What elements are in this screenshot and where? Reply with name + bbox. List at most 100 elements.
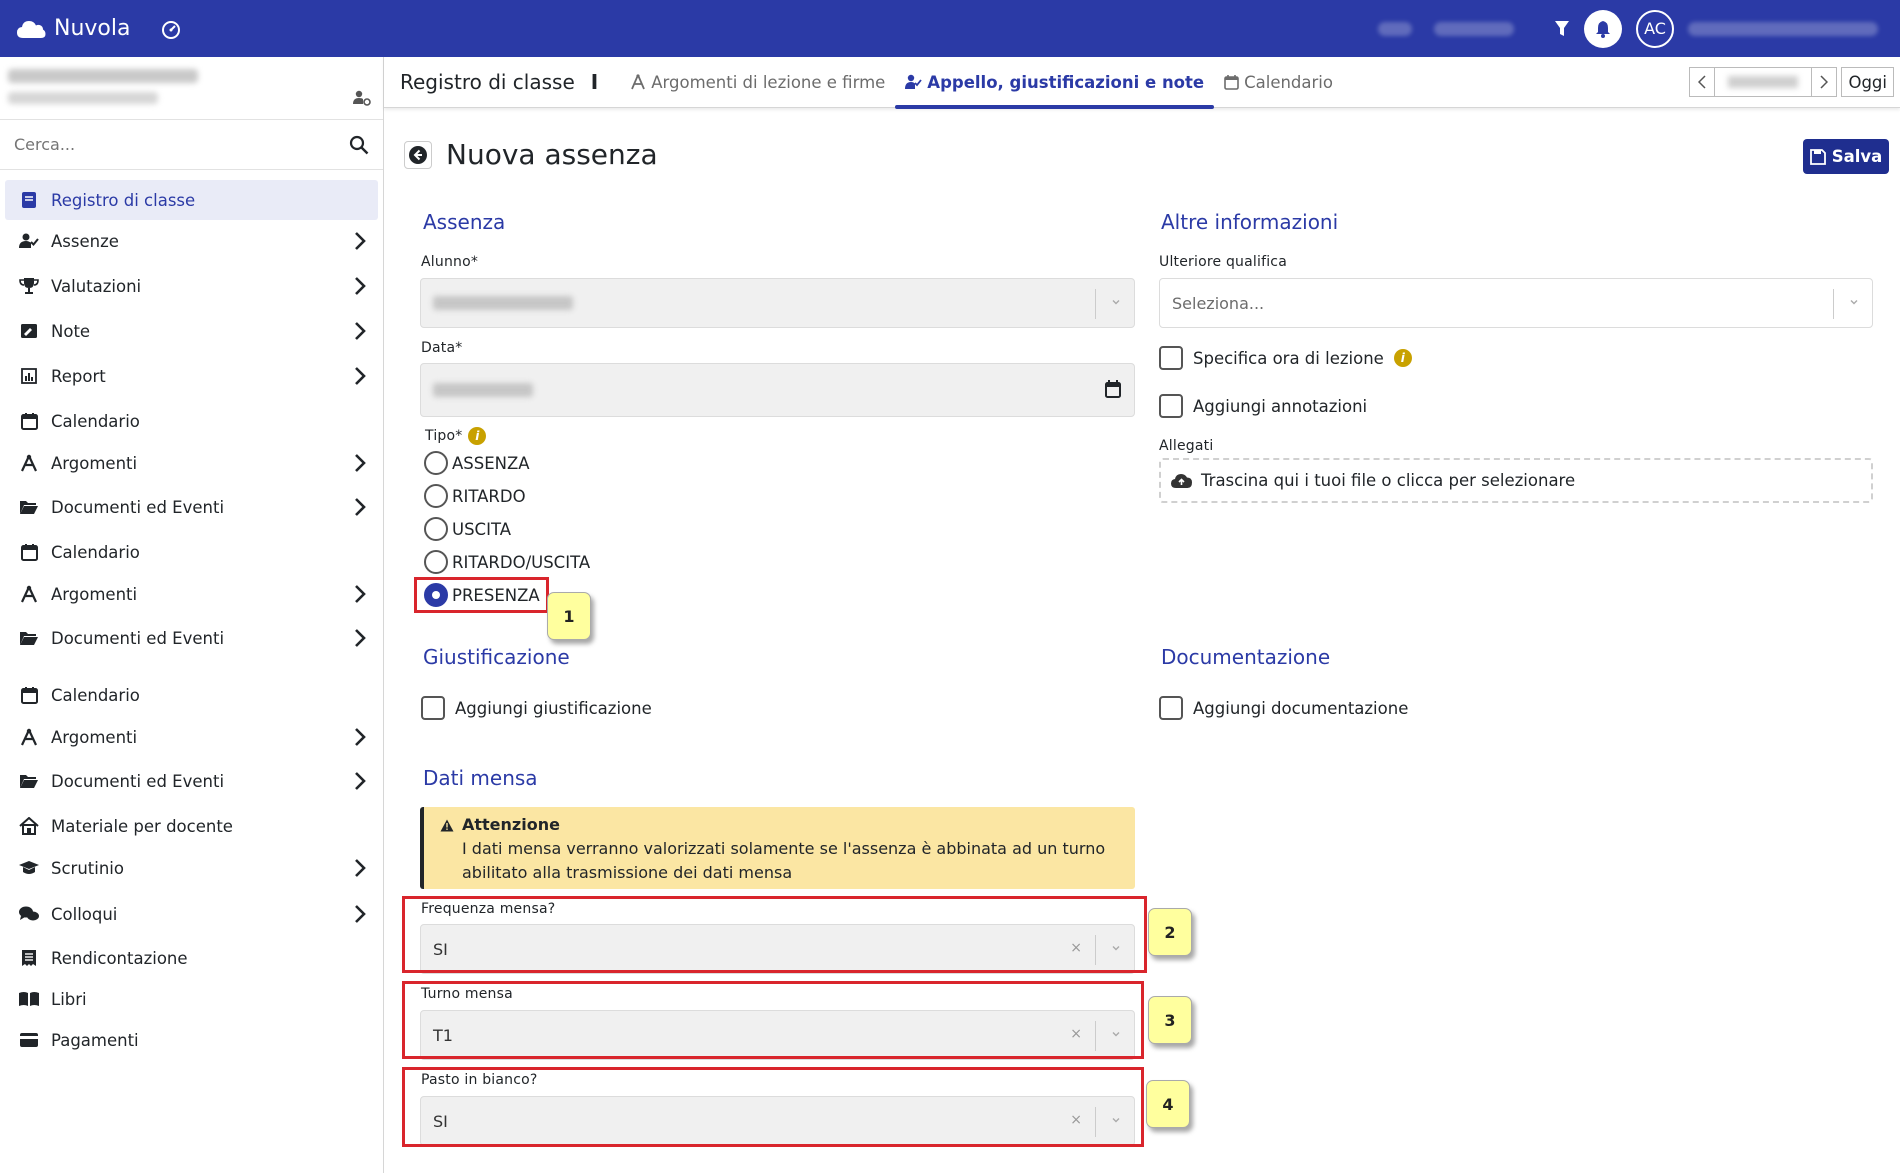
date-value: [433, 383, 533, 397]
filter-icon[interactable]: [1554, 20, 1570, 38]
notifications-button[interactable]: [1584, 9, 1622, 48]
user-settings-icon[interactable]: [353, 90, 371, 110]
header-separator: I: [590, 70, 599, 94]
sidebar-item-label: Calendario: [51, 685, 140, 705]
qualifica-label: Ulteriore qualifica: [1159, 254, 1287, 270]
avatar[interactable]: AC: [1636, 9, 1674, 48]
sidebar-item-label: Documenti ed Eventi: [51, 497, 225, 517]
chevron-right-icon: [354, 231, 366, 255]
tab-appello[interactable]: Appello, giustificazioni e note: [895, 57, 1214, 109]
sidebar-item-pagamenti[interactable]: Pagamenti: [5, 1020, 378, 1060]
sidebar-item-assenze[interactable]: Assenze: [5, 221, 378, 261]
radio-assenza[interactable]: ASSENZA: [424, 451, 530, 475]
sidebar-item-label: Argomenti: [51, 584, 138, 604]
search-icon[interactable]: [349, 135, 369, 155]
alunno-value: [433, 296, 573, 310]
calendar-icon[interactable]: [1104, 379, 1122, 399]
sidebar-item-calendario[interactable]: Calendario: [5, 532, 378, 572]
sidebar-item-registro-di-classe[interactable]: Registro di classe: [5, 180, 378, 220]
compass-icon: [631, 74, 646, 90]
sidebar-search: [0, 120, 383, 170]
radio-ritardo-uscita[interactable]: RITARDO/USCITA: [424, 550, 590, 574]
info-icon[interactable]: i: [468, 427, 487, 445]
sidebar-item-label: Valutazioni: [51, 276, 142, 296]
compass-icon: [17, 585, 41, 603]
section-title-assenza: Assenza: [423, 210, 506, 234]
annotation-badge-4: 4: [1146, 1080, 1190, 1128]
sidebar-item-documenti-ed-eventi[interactable]: Documenti ed Eventi: [5, 618, 378, 658]
file-dropzone[interactable]: Trascina qui i tuoi file o clicca per se…: [1159, 458, 1873, 503]
compass-icon: [17, 728, 41, 746]
tab-calendario[interactable]: Calendario: [1214, 57, 1343, 108]
prev-date-button[interactable]: [1689, 67, 1716, 97]
alunno-label: Alunno*: [421, 254, 479, 270]
current-date[interactable]: [1715, 67, 1812, 97]
next-date-button[interactable]: [1811, 67, 1838, 97]
calendar-icon: [17, 686, 41, 704]
sidebar-item-label: Rendicontazione: [51, 948, 188, 968]
arrow-left-circle-icon: [409, 145, 427, 164]
sidebar-item-materiale-per-docente[interactable]: Materiale per docente: [5, 806, 378, 846]
sidebar-item-argomenti[interactable]: Argomenti: [5, 443, 378, 483]
sidebar-item-label: Report: [51, 366, 106, 386]
sidebar-item-label: Documenti ed Eventi: [51, 628, 225, 648]
qualifica-select[interactable]: Seleziona...: [1159, 278, 1873, 328]
section-title-altre-informazioni: Altre informazioni: [1161, 210, 1339, 234]
allegati-label: Allegati: [1159, 438, 1214, 454]
tipo-label-row: Tipo* i: [425, 427, 487, 445]
sidebar-item-rendicontazione[interactable]: Rendicontazione: [5, 938, 378, 978]
highlight-box-2: [402, 896, 1147, 973]
radio-ritardo[interactable]: RITARDO: [424, 484, 526, 508]
sidebar-item-colloqui[interactable]: Colloqui: [5, 894, 378, 934]
sidebar: Registro di classe Assenze Valutazioni Note…: [0, 57, 384, 1173]
sidebar-item-report[interactable]: Report: [5, 356, 378, 396]
section-title-documentazione: Documentazione: [1161, 645, 1331, 669]
sidebar-item-documenti-ed-eventi[interactable]: Documenti ed Eventi: [5, 487, 378, 527]
tab-argomenti[interactable]: Argomenti di lezione e firme: [620, 57, 895, 108]
chat-icon: [17, 905, 41, 923]
search-input[interactable]: [14, 135, 314, 154]
alunno-select[interactable]: [420, 278, 1135, 328]
graduation-cap-icon: [17, 860, 41, 876]
sidebar-menu: Registro di classe Assenze Valutazioni Note…: [0, 170, 383, 1050]
highlight-box-4: [402, 1067, 1144, 1147]
sidebar-item-label: Documenti ed Eventi: [51, 771, 225, 791]
sidebar-item-libri[interactable]: Libri: [5, 979, 378, 1019]
brand[interactable]: Nuvola: [16, 16, 130, 41]
ora-checkbox[interactable]: Specifica ora di lezione i: [1159, 346, 1412, 370]
info-icon[interactable]: i: [1393, 349, 1412, 367]
warning-alert: Attenzione I dati mensa verranno valoriz…: [420, 807, 1135, 889]
sidebar-user-info: [0, 57, 383, 120]
alert-line-1: I dati mensa verranno valorizzati solame…: [462, 839, 1106, 858]
house-icon: [17, 817, 41, 835]
chevron-right-icon: [1820, 75, 1829, 89]
tipo-label: Tipo*: [425, 428, 463, 444]
back-button[interactable]: [404, 140, 432, 169]
sidebar-item-argomenti[interactable]: Argomenti: [5, 717, 378, 757]
user-check-icon: [17, 233, 41, 249]
chevron-right-icon: [354, 858, 366, 882]
sidebar-item-note[interactable]: Note: [5, 311, 378, 351]
folder-icon: [17, 499, 41, 515]
dashboard-icon[interactable]: [160, 18, 182, 40]
giustificazione-checkbox[interactable]: Aggiungi giustificazione: [421, 696, 652, 720]
save-button[interactable]: Salva: [1803, 139, 1889, 174]
date-input[interactable]: [420, 363, 1135, 417]
note-icon: [17, 323, 41, 339]
sidebar-item-valutazioni[interactable]: Valutazioni: [5, 266, 378, 306]
data-label: Data*: [421, 340, 463, 356]
sidebar-item-argomenti[interactable]: Argomenti: [5, 574, 378, 614]
annotazioni-checkbox[interactable]: Aggiungi annotazioni: [1159, 394, 1367, 418]
sidebar-item-documenti-ed-eventi[interactable]: Documenti ed Eventi: [5, 761, 378, 801]
sidebar-item-scrutinio[interactable]: Scrutinio: [5, 848, 378, 888]
today-button[interactable]: Oggi: [1841, 67, 1894, 97]
calendar-icon: [17, 412, 41, 430]
documentazione-checkbox[interactable]: Aggiungi documentazione: [1159, 696, 1408, 720]
sidebar-item-label: Registro di classe: [51, 190, 196, 210]
chevron-right-icon: [354, 727, 366, 751]
sidebar-item-calendario[interactable]: Calendario: [5, 401, 378, 441]
radio-uscita[interactable]: USCITA: [424, 517, 511, 541]
sidebar-item-label: Colloqui: [51, 904, 118, 924]
sidebar-item-calendario[interactable]: Calendario: [5, 675, 378, 715]
book-icon: [17, 191, 41, 209]
